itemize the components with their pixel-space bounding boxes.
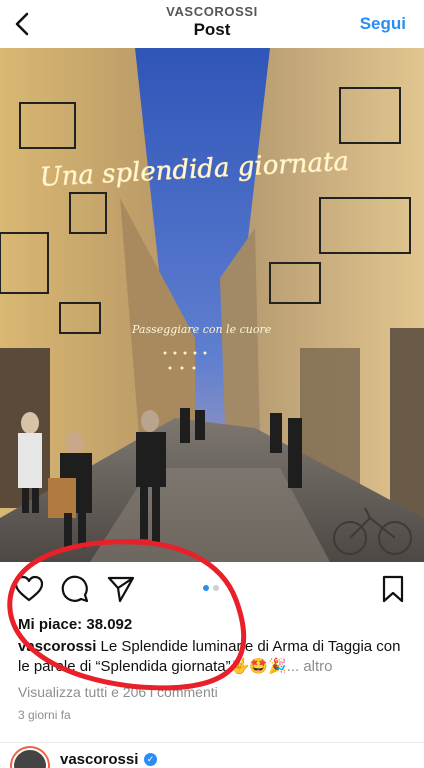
likes-count[interactable]: Mi piace: 38.092 <box>18 616 132 633</box>
caption-more-link[interactable]: ... altro <box>287 658 333 675</box>
carousel-dot-active <box>203 585 209 591</box>
street-photo: Una splendida giornata Passeggiare con l… <box>0 48 424 562</box>
action-bar <box>0 566 424 610</box>
share-button[interactable] <box>106 574 136 604</box>
follow-button[interactable]: Segui <box>360 14 406 34</box>
send-icon <box>107 576 135 603</box>
comment-icon <box>61 575 89 603</box>
next-post-username[interactable]: vascorossi <box>60 751 138 768</box>
header: VASCOROSSI Post Segui <box>0 0 424 48</box>
carousel-dot <box>213 585 219 591</box>
avatar[interactable] <box>10 746 50 768</box>
verified-badge-icon: ✓ <box>144 753 157 766</box>
comment-button[interactable] <box>60 574 90 604</box>
carousel-indicator <box>203 585 219 591</box>
bookmark-icon <box>382 575 404 603</box>
post-date: 3 giorni fa <box>18 708 71 722</box>
caption-username[interactable]: vascorossi <box>18 638 96 655</box>
save-button[interactable] <box>378 574 408 604</box>
heart-icon <box>14 575 44 602</box>
like-button[interactable] <box>14 574 44 604</box>
post-photo[interactable]: Una splendida giornata Passeggiare con l… <box>0 48 424 562</box>
post-caption: vascorossi Le Splendide luminarie di Arm… <box>18 637 413 677</box>
lights-sign-small: Passeggiare con le cuore <box>131 323 272 336</box>
next-post-header: vascorossi ✓ <box>0 742 424 768</box>
view-comments-link[interactable]: Visualizza tutti e 206 i commenti <box>18 684 218 700</box>
